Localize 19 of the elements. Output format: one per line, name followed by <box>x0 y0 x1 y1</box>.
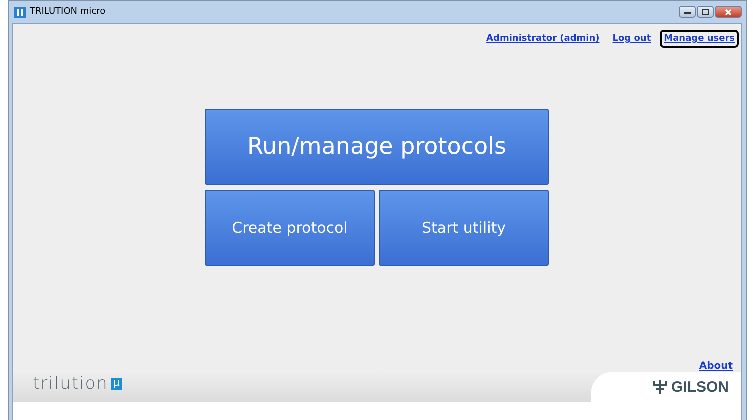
maximize-icon <box>702 9 709 15</box>
header-link[interactable]: Administrator (admin) <box>482 30 604 48</box>
maximize-button[interactable] <box>697 6 714 18</box>
header-link[interactable]: Manage users <box>660 30 739 48</box>
trident-icon <box>653 379 668 395</box>
action-button[interactable]: Create protocol <box>205 190 375 266</box>
minimize-icon <box>684 10 691 14</box>
action-button[interactable]: Start utility <box>379 190 549 266</box>
window-title: TRILUTION micro <box>30 7 106 17</box>
app-icon <box>14 6 26 18</box>
brand-logo: GILSON <box>671 378 729 396</box>
product-logo-text: trilution <box>33 374 108 394</box>
close-icon <box>725 8 732 16</box>
minimize-button[interactable] <box>679 6 696 18</box>
about-link[interactable]: About <box>699 361 733 372</box>
product-logo-badge: µ <box>111 378 122 390</box>
header-link[interactable]: Log out <box>608 30 656 48</box>
close-button[interactable] <box>715 6 742 18</box>
action-button[interactable]: Run/manage protocols <box>205 109 549 185</box>
